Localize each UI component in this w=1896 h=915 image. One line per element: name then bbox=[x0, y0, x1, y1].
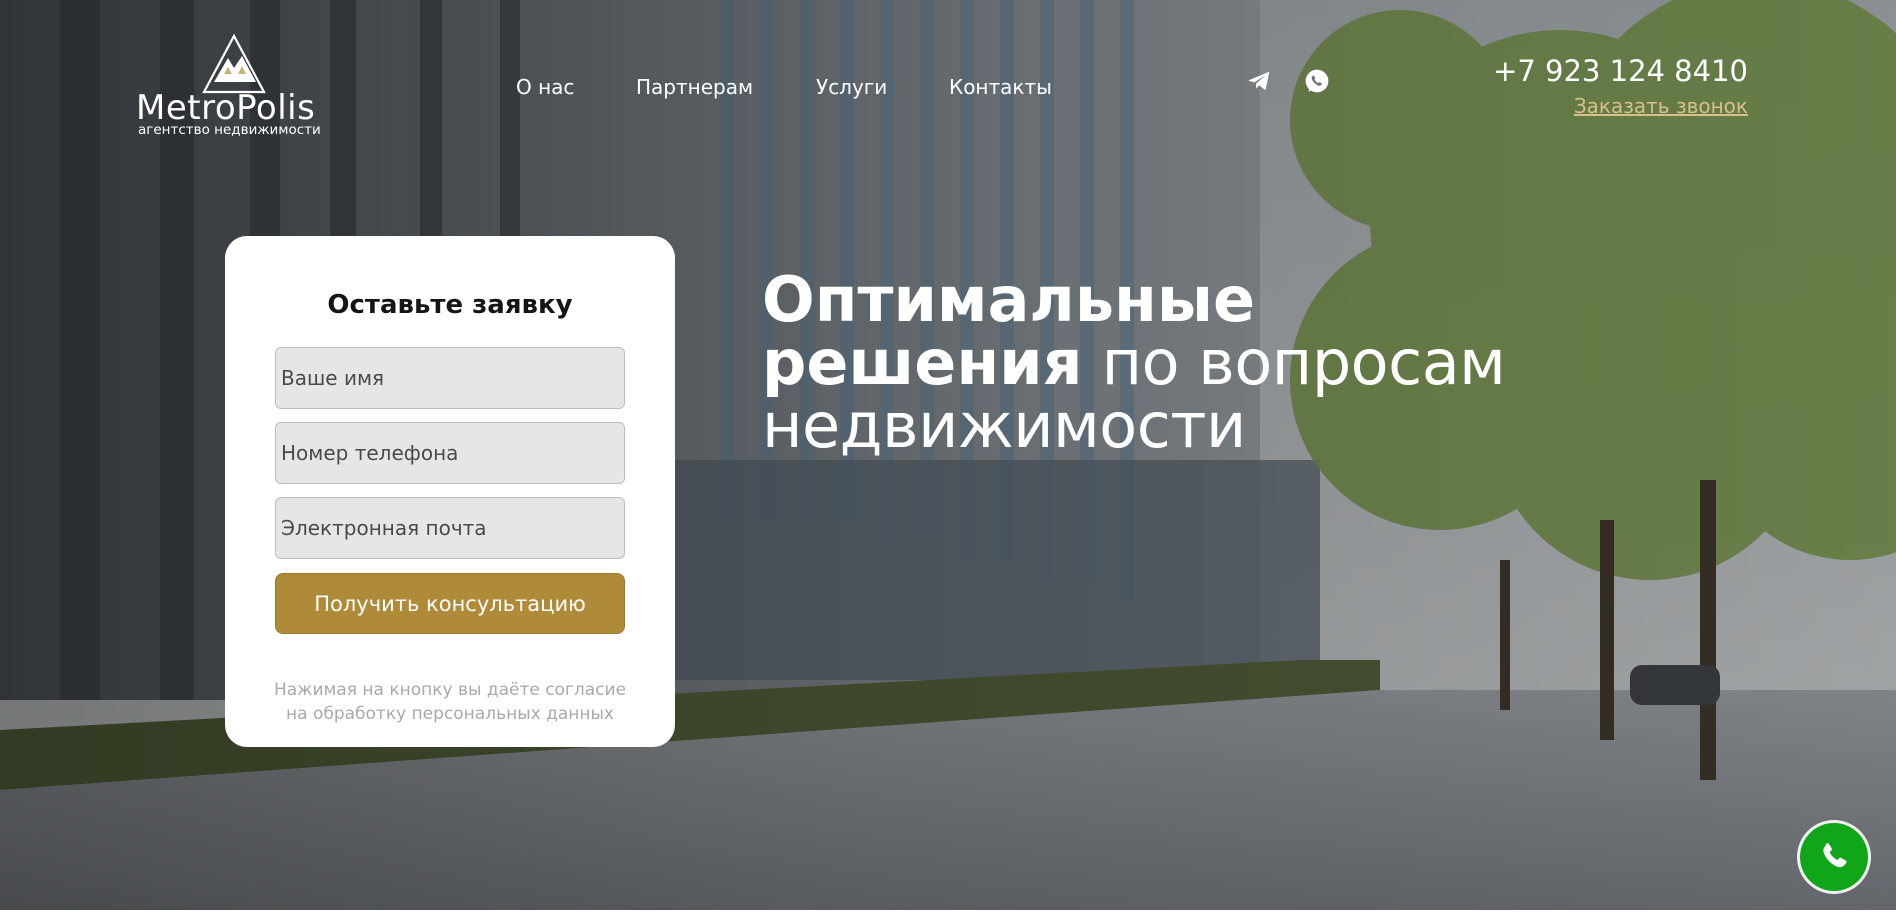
name-input[interactable] bbox=[275, 347, 625, 409]
nav-item-partners[interactable]: Партнерам bbox=[636, 75, 753, 99]
consent-text: Нажимая на кнопку вы даёте согласие на о… bbox=[225, 678, 675, 726]
phone-number[interactable]: +7 923 124 8410 bbox=[1493, 54, 1748, 88]
whatsapp-icon bbox=[1305, 69, 1329, 93]
email-input[interactable] bbox=[275, 497, 625, 559]
phone-icon bbox=[1823, 843, 1847, 868]
phone-input[interactable] bbox=[275, 422, 625, 484]
request-form-card: Оставьте заявку Получить консультацию На… bbox=[225, 236, 675, 747]
logo-tagline: агентство недвижимости bbox=[138, 122, 321, 138]
nav-item-about[interactable]: О нас bbox=[516, 75, 574, 99]
consent-line-2: на обработку персональных данных bbox=[286, 704, 614, 724]
headline-line-3: недвижимости bbox=[762, 389, 1246, 462]
logo[interactable]: MetroPolis агентство недвижимости bbox=[136, 34, 326, 142]
logo-mountain-icon bbox=[202, 34, 266, 94]
whatsapp-link[interactable] bbox=[1304, 68, 1330, 94]
form-title: Оставьте заявку bbox=[327, 290, 573, 320]
get-consultation-button[interactable]: Получить консультацию bbox=[275, 573, 625, 634]
telegram-icon bbox=[1248, 71, 1270, 91]
nav-item-contacts[interactable]: Контакты bbox=[949, 75, 1052, 99]
callback-link[interactable]: Заказать звонок bbox=[1574, 94, 1748, 118]
nav-item-services[interactable]: Услуги bbox=[816, 75, 887, 99]
hero-headline: Оптимальные решения по вопросам недвижим… bbox=[762, 263, 1506, 462]
telegram-link[interactable] bbox=[1246, 68, 1272, 94]
call-button[interactable] bbox=[1800, 823, 1868, 891]
headline-line-2: решения по вопросам bbox=[762, 331, 1506, 394]
consent-line-1: Нажимая на кнопку вы даёте согласие bbox=[273, 680, 627, 700]
headline-line-1: Оптимальные bbox=[762, 263, 1256, 336]
section-divider bbox=[0, 910, 1896, 915]
